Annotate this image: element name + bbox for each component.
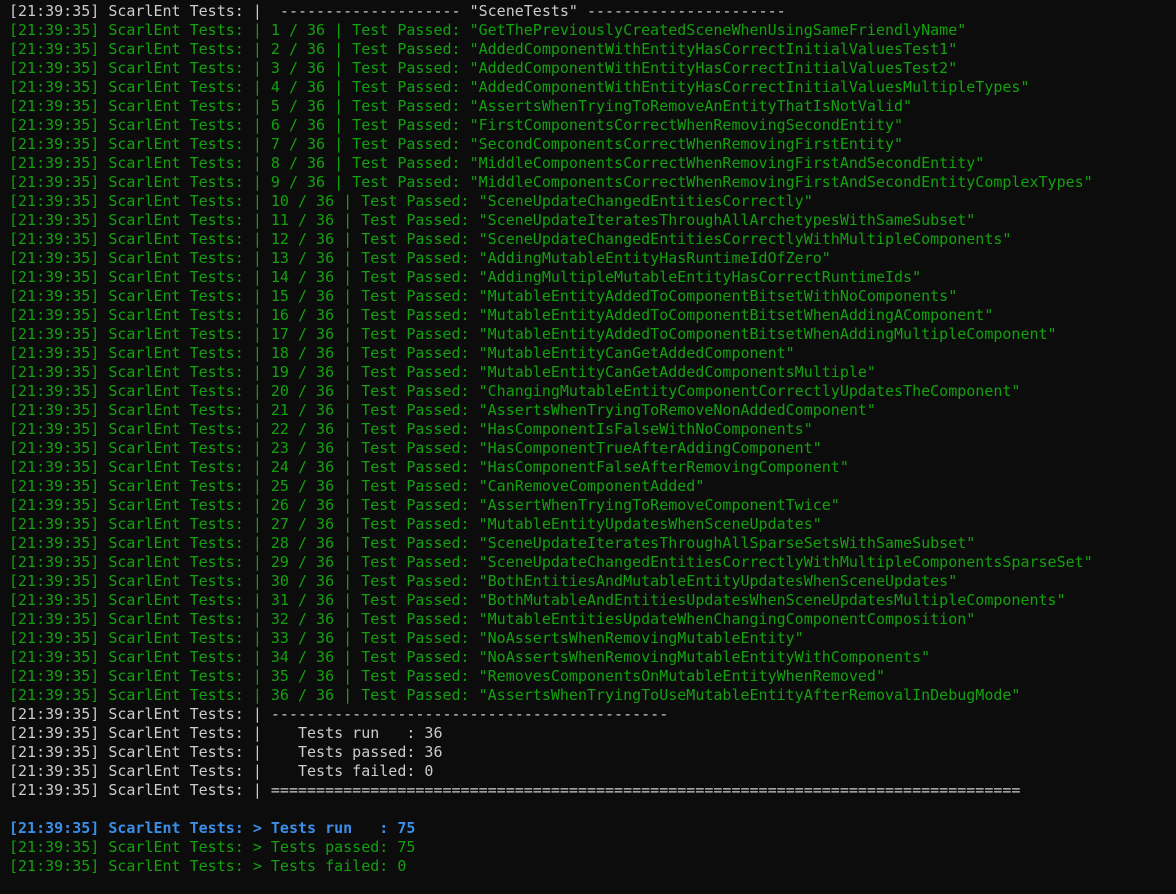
test-passed-line: [21:39:35] ScarlEnt Tests: | 19 / 36 | T…: [9, 363, 876, 381]
terminal-output[interactable]: [21:39:35] ScarlEnt Tests: | -----------…: [0, 0, 1176, 894]
test-passed-line: [21:39:35] ScarlEnt Tests: | 17 / 36 | T…: [9, 325, 1057, 343]
test-passed-line: [21:39:35] ScarlEnt Tests: | 21 / 36 | T…: [9, 401, 876, 419]
test-passed-line: [21:39:35] ScarlEnt Tests: | 23 / 36 | T…: [9, 439, 822, 457]
test-passed-line: [21:39:35] ScarlEnt Tests: | 2 / 36 | Te…: [9, 40, 958, 58]
suite-tests-failed-line: [21:39:35] ScarlEnt Tests: | Tests faile…: [9, 762, 434, 780]
test-passed-line: [21:39:35] ScarlEnt Tests: | 4 / 36 | Te…: [9, 78, 1030, 96]
test-passed-line: [21:39:35] ScarlEnt Tests: | 36 / 36 | T…: [9, 686, 1021, 704]
test-passed-line: [21:39:35] ScarlEnt Tests: | 9 / 36 | Te…: [9, 173, 1093, 191]
total-tests-run-line: [21:39:35] ScarlEnt Tests: > Tests run :…: [9, 819, 416, 837]
test-passed-line: [21:39:35] ScarlEnt Tests: | 22 / 36 | T…: [9, 420, 813, 438]
test-passed-line: [21:39:35] ScarlEnt Tests: | 10 / 36 | T…: [9, 192, 813, 210]
test-passed-line: [21:39:35] ScarlEnt Tests: | 34 / 36 | T…: [9, 648, 931, 666]
test-passed-line: [21:39:35] ScarlEnt Tests: | 32 / 36 | T…: [9, 610, 976, 628]
test-passed-line: [21:39:35] ScarlEnt Tests: | 26 / 36 | T…: [9, 496, 840, 514]
test-passed-line: [21:39:35] ScarlEnt Tests: | 28 / 36 | T…: [9, 534, 976, 552]
test-passed-line: [21:39:35] ScarlEnt Tests: | 24 / 36 | T…: [9, 458, 849, 476]
test-passed-line: [21:39:35] ScarlEnt Tests: | 14 / 36 | T…: [9, 268, 922, 286]
suite-header-line: [21:39:35] ScarlEnt Tests: | -----------…: [9, 2, 786, 20]
test-passed-line: [21:39:35] ScarlEnt Tests: | 29 / 36 | T…: [9, 553, 1093, 571]
test-passed-line: [21:39:35] ScarlEnt Tests: | 3 / 36 | Te…: [9, 59, 958, 77]
test-passed-line: [21:39:35] ScarlEnt Tests: | 7 / 36 | Te…: [9, 135, 904, 153]
passed-test-list: [21:39:35] ScarlEnt Tests: | 1 / 36 | Te…: [9, 21, 1176, 705]
suite-footer-line: [21:39:35] ScarlEnt Tests: | ===========…: [9, 781, 1021, 799]
test-passed-line: [21:39:35] ScarlEnt Tests: | 18 / 36 | T…: [9, 344, 795, 362]
test-passed-line: [21:39:35] ScarlEnt Tests: | 6 / 36 | Te…: [9, 116, 904, 134]
test-passed-line: [21:39:35] ScarlEnt Tests: | 12 / 36 | T…: [9, 230, 1012, 248]
test-passed-line: [21:39:35] ScarlEnt Tests: | 16 / 36 | T…: [9, 306, 994, 324]
total-tests-passed-line: [21:39:35] ScarlEnt Tests: > Tests passe…: [9, 838, 416, 856]
suite-tests-run-line: [21:39:35] ScarlEnt Tests: | Tests run :…: [9, 724, 443, 742]
test-passed-line: [21:39:35] ScarlEnt Tests: | 31 / 36 | T…: [9, 591, 1066, 609]
test-passed-line: [21:39:35] ScarlEnt Tests: | 20 / 36 | T…: [9, 382, 1021, 400]
test-passed-line: [21:39:35] ScarlEnt Tests: | 5 / 36 | Te…: [9, 97, 913, 115]
total-tests-failed-line: [21:39:35] ScarlEnt Tests: > Tests faile…: [9, 857, 407, 875]
test-passed-line: [21:39:35] ScarlEnt Tests: | 25 / 36 | T…: [9, 477, 705, 495]
test-passed-line: [21:39:35] ScarlEnt Tests: | 11 / 36 | T…: [9, 211, 976, 229]
suite-tests-passed-line: [21:39:35] ScarlEnt Tests: | Tests passe…: [9, 743, 443, 761]
test-passed-line: [21:39:35] ScarlEnt Tests: | 35 / 36 | T…: [9, 667, 885, 685]
test-passed-line: [21:39:35] ScarlEnt Tests: | 13 / 36 | T…: [9, 249, 831, 267]
test-passed-line: [21:39:35] ScarlEnt Tests: | 30 / 36 | T…: [9, 572, 958, 590]
test-passed-line: [21:39:35] ScarlEnt Tests: | 1 / 36 | Te…: [9, 21, 967, 39]
test-passed-line: [21:39:35] ScarlEnt Tests: | 33 / 36 | T…: [9, 629, 804, 647]
test-passed-line: [21:39:35] ScarlEnt Tests: | 27 / 36 | T…: [9, 515, 822, 533]
test-passed-line: [21:39:35] ScarlEnt Tests: | 15 / 36 | T…: [9, 287, 958, 305]
test-passed-line: [21:39:35] ScarlEnt Tests: | 8 / 36 | Te…: [9, 154, 985, 172]
suite-separator-line: [21:39:35] ScarlEnt Tests: | -----------…: [9, 705, 669, 723]
